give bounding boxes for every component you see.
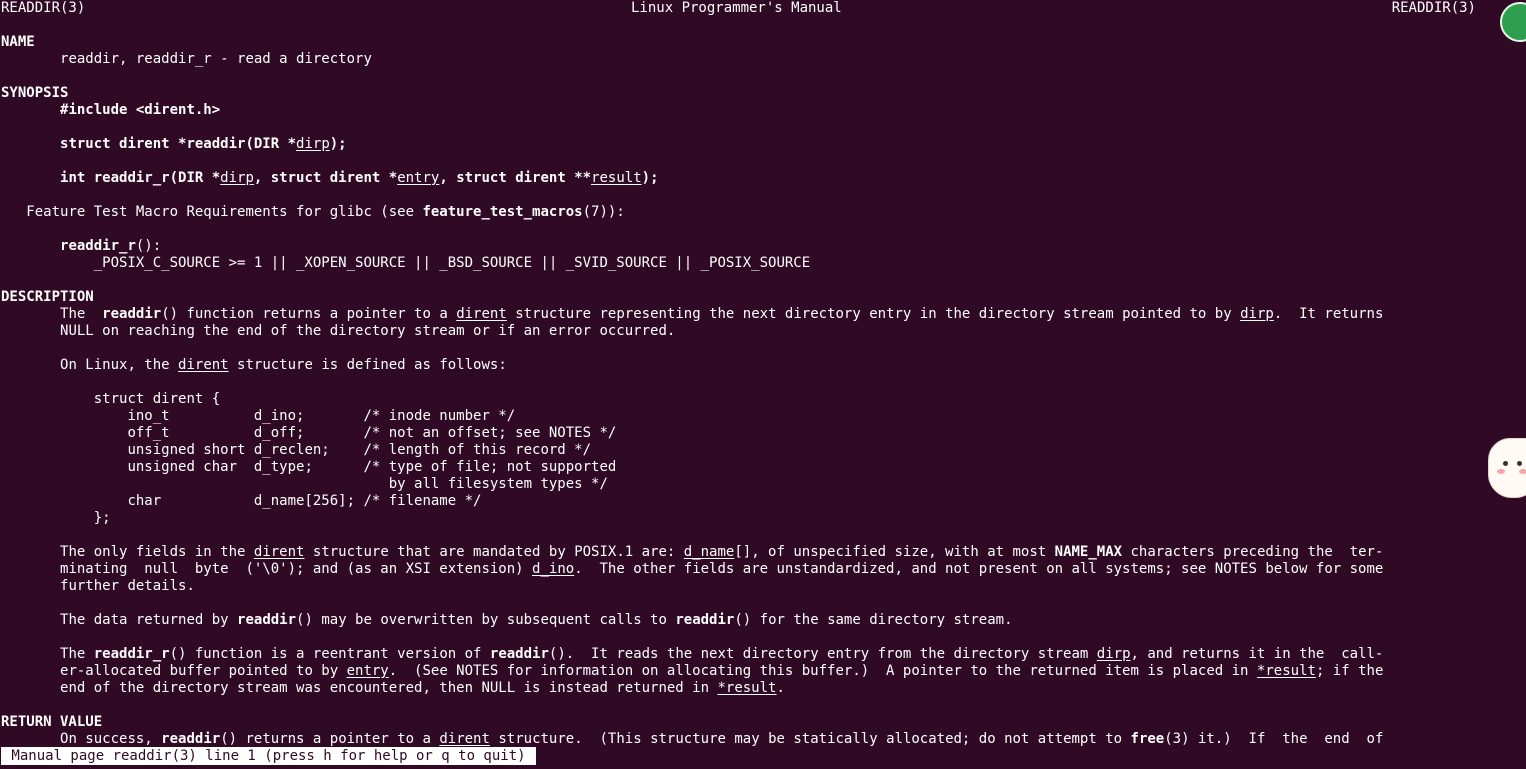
man-header: READDIR(3) Linux Programmer's Manual REA… bbox=[1, 0, 1526, 17]
desc-para5-line3: end of the directory stream was encounte… bbox=[60, 680, 785, 696]
desc-para5-line2: er-allocated buffer pointed to by entry.… bbox=[60, 663, 1384, 679]
header-center: Linux Programmer's Manual bbox=[631, 0, 842, 16]
desc-para4: The data returned by readdir() may be ov… bbox=[60, 612, 1013, 628]
ftm-function: readdir_r(): bbox=[60, 238, 162, 254]
section-heading-description: DESCRIPTION bbox=[1, 289, 94, 305]
desc-para3-line3: further details. bbox=[60, 578, 195, 594]
struct-line: by all filesystem types */ bbox=[60, 476, 608, 492]
name-text: readdir, readdir_r - read a directory bbox=[60, 51, 372, 67]
struct-line: off_t d_off; /* not an offset; see NOTES… bbox=[60, 425, 617, 441]
struct-line: struct dirent { bbox=[60, 391, 221, 407]
header-right: READDIR(3) bbox=[1391, 0, 1476, 16]
synopsis-include: #include <dirent.h> bbox=[60, 102, 221, 118]
ftm-macros: _POSIX_C_SOURCE >= 1 || _XOPEN_SOURCE ||… bbox=[93, 255, 811, 271]
desc-para3-line2: minating null byte ('\0'); and (as an XS… bbox=[60, 561, 1384, 577]
struct-line: unsigned short d_reclen; /* length of th… bbox=[60, 442, 592, 458]
synopsis-proto-readdir-r: int readdir_r(DIR *dirp, struct dirent *… bbox=[60, 170, 659, 186]
struct-line: ino_t d_ino; /* inode number */ bbox=[60, 408, 516, 424]
struct-line: }; bbox=[60, 510, 111, 526]
desc-para1-line1: The readdir() function returns a pointer… bbox=[60, 306, 1384, 322]
desc-para2: On Linux, the dirent structure is define… bbox=[60, 357, 507, 373]
cat-mascot-icon[interactable] bbox=[1488, 438, 1526, 498]
pager-status-bar: Manual page readdir(3) line 1 (press h f… bbox=[1, 747, 537, 765]
desc-para5-line1: The readdir_r() function is a reentrant … bbox=[60, 646, 1384, 662]
struct-line: char d_name[256]; /* filename */ bbox=[60, 493, 482, 509]
header-left: READDIR(3) bbox=[1, 0, 86, 16]
desc-para1-line2: NULL on reaching the end of the director… bbox=[60, 323, 676, 339]
return-value-line1: On success, readdir() returns a pointer … bbox=[60, 731, 1384, 747]
struct-line: unsigned char d_type; /* type of file; n… bbox=[60, 459, 617, 475]
terminal-window[interactable]: READDIR(3) Linux Programmer's Manual REA… bbox=[0, 0, 1526, 769]
feature-test-macro-line: Feature Test Macro Requirements for glib… bbox=[26, 204, 625, 220]
section-heading-synopsis: SYNOPSIS bbox=[1, 85, 69, 101]
man-page-content: READDIR(3) Linux Programmer's Manual REA… bbox=[1, 0, 1526, 748]
section-heading-name: NAME bbox=[1, 34, 35, 50]
desc-para3-line1: The only fields in the dirent structure … bbox=[60, 544, 1384, 560]
section-heading-return-value: RETURN VALUE bbox=[1, 714, 103, 730]
synopsis-proto-readdir: struct dirent *readdir(DIR *dirp); bbox=[60, 136, 347, 152]
